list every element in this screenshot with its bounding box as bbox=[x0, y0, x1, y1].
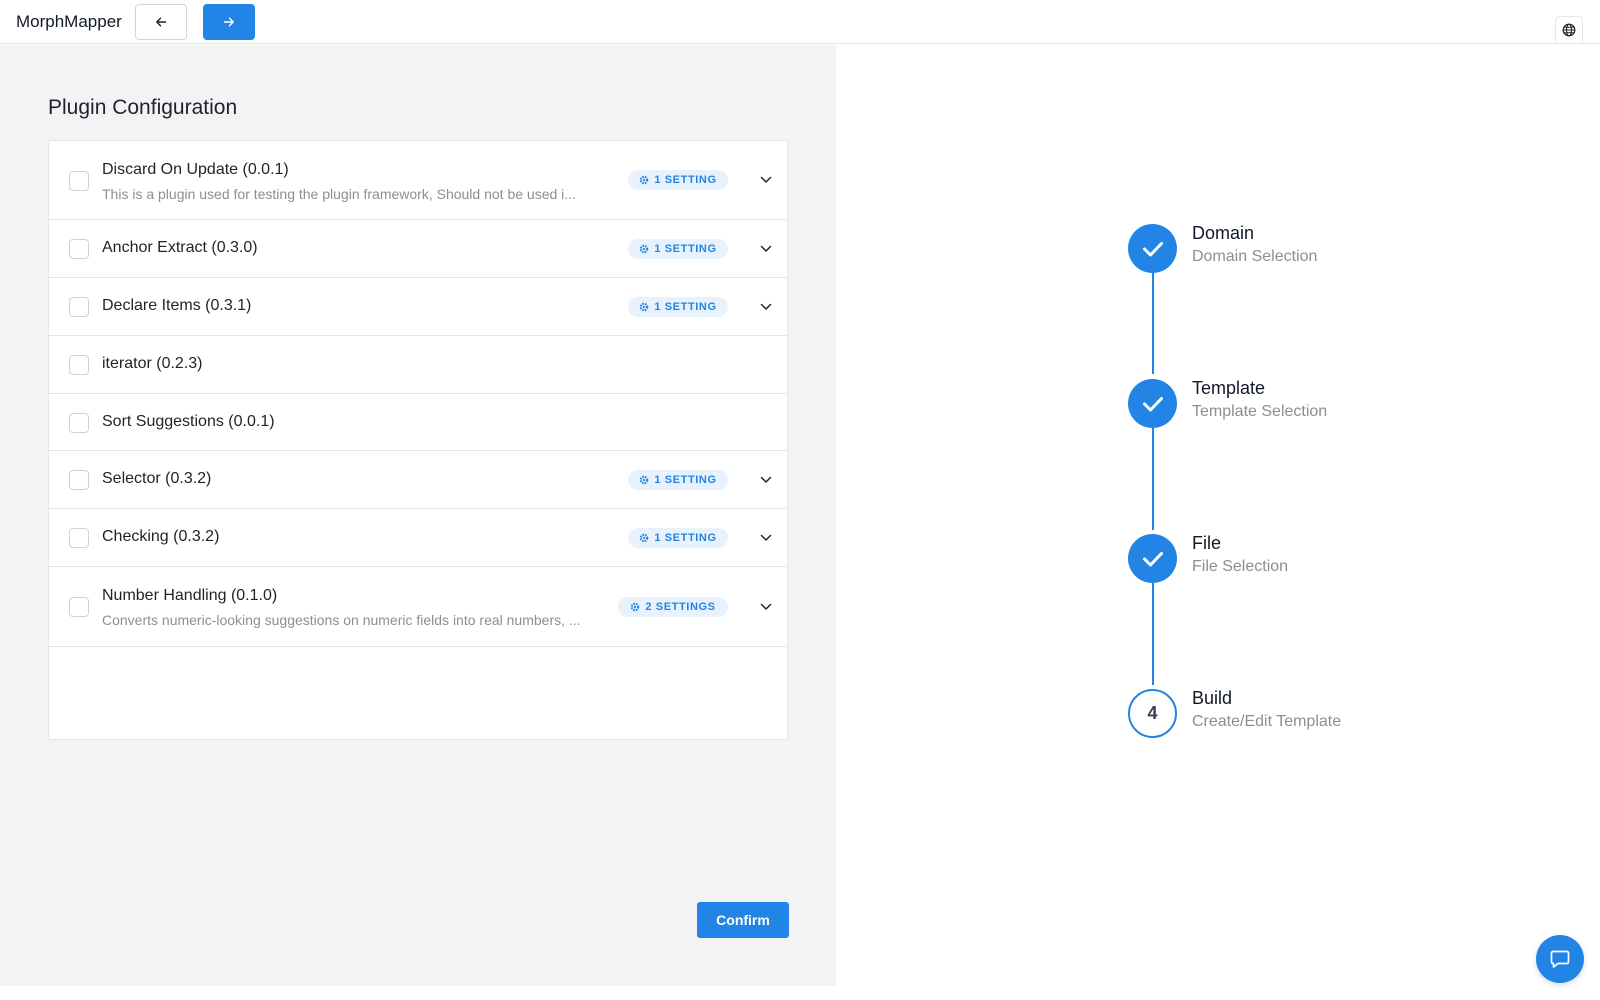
step-build-indicator: 4 bbox=[1128, 689, 1177, 738]
settings-badge: 1 SETTING bbox=[628, 297, 728, 317]
expand-toggle[interactable] bbox=[760, 474, 772, 486]
step-subtitle: Template Selection bbox=[1192, 403, 1328, 420]
forward-button[interactable] bbox=[203, 4, 255, 40]
gear-icon bbox=[640, 244, 649, 254]
step-subtitle: File Selection bbox=[1192, 558, 1289, 575]
step-file-indicator bbox=[1128, 534, 1177, 583]
step-domain-indicator bbox=[1128, 224, 1177, 273]
arrow-right-icon bbox=[223, 17, 234, 27]
settings-badge-label: 1 SETTING bbox=[654, 301, 717, 313]
step-template-indicator bbox=[1128, 379, 1177, 428]
plugin-checkbox[interactable] bbox=[69, 297, 89, 317]
checkmark-icon bbox=[1142, 551, 1163, 566]
plugin-name: Sort Suggestions (0.0.1) bbox=[102, 413, 275, 430]
step-subtitle: Domain Selection bbox=[1192, 248, 1318, 265]
list-item[interactable]: Selector (0.3.2) 1 SETTING bbox=[49, 451, 787, 509]
chevron-down-icon bbox=[760, 476, 772, 483]
step-subtitle: Create/Edit Template bbox=[1192, 713, 1342, 730]
plugin-configuration-pane: Plugin Configuration Discard On Update (… bbox=[0, 45, 836, 986]
plugin-checkbox[interactable] bbox=[69, 355, 89, 375]
settings-badge-label: 1 SETTING bbox=[654, 474, 717, 486]
step-connector bbox=[1152, 583, 1154, 685]
chevron-down-icon bbox=[760, 534, 772, 541]
step-title: Domain bbox=[1192, 223, 1255, 243]
list-item[interactable]: iterator (0.2.3) bbox=[49, 336, 787, 394]
settings-badge: 2 SETTINGS bbox=[618, 597, 728, 617]
plugin-name: iterator (0.2.3) bbox=[102, 355, 203, 372]
settings-badge-label: 1 SETTING bbox=[654, 532, 717, 544]
plugin-name: Anchor Extract (0.3.0) bbox=[102, 239, 258, 256]
list-item[interactable]: Declare Items (0.3.1) 1 SETTING bbox=[49, 278, 787, 336]
plugin-checkbox[interactable] bbox=[69, 597, 89, 617]
chevron-down-icon bbox=[760, 303, 772, 310]
settings-badge: 1 SETTING bbox=[628, 470, 728, 490]
plugin-name: Selector (0.3.2) bbox=[102, 470, 212, 487]
expand-toggle[interactable] bbox=[760, 243, 772, 255]
step-title: Template bbox=[1192, 378, 1266, 398]
plugin-checkbox[interactable] bbox=[69, 413, 89, 433]
gear-icon bbox=[640, 175, 649, 185]
plugin-checkbox[interactable] bbox=[69, 239, 89, 259]
plugin-checkbox[interactable] bbox=[69, 470, 89, 490]
confirm-button[interactable]: Confirm bbox=[697, 902, 789, 938]
plugin-description: This is a plugin used for testing the pl… bbox=[102, 186, 576, 202]
footer-strip bbox=[0, 986, 1600, 1000]
chat-bubble-icon bbox=[1550, 950, 1570, 968]
gear-icon bbox=[631, 602, 640, 612]
list-item[interactable]: Discard On Update (0.0.1) This is a plug… bbox=[49, 141, 787, 220]
globe-icon bbox=[1562, 23, 1576, 37]
list-item[interactable]: Number Handling (0.1.0) Converts numeric… bbox=[49, 567, 787, 647]
settings-badge: 1 SETTING bbox=[628, 528, 728, 548]
plugin-name: Checking (0.3.2) bbox=[102, 528, 220, 545]
step-title: Build bbox=[1192, 688, 1233, 708]
checkmark-icon bbox=[1142, 396, 1163, 411]
plugin-checkbox[interactable] bbox=[69, 528, 89, 548]
step-connector bbox=[1152, 428, 1154, 530]
plugin-checkbox[interactable] bbox=[69, 171, 89, 191]
settings-badge: 1 SETTING bbox=[628, 170, 728, 190]
chat-button[interactable] bbox=[1536, 935, 1584, 983]
step-connector bbox=[1152, 272, 1154, 374]
chevron-down-icon bbox=[760, 245, 772, 252]
expand-toggle[interactable] bbox=[760, 174, 772, 186]
chevron-down-icon bbox=[760, 603, 772, 610]
back-button[interactable] bbox=[135, 4, 187, 40]
app-title: MorphMapper bbox=[16, 12, 122, 31]
list-item[interactable]: Checking (0.3.2) 1 SETTING bbox=[49, 509, 787, 567]
gear-icon bbox=[640, 533, 649, 543]
chevron-down-icon bbox=[760, 176, 772, 183]
plugin-description: Converts numeric-looking suggestions on … bbox=[102, 612, 581, 628]
gear-icon bbox=[640, 475, 649, 485]
plugin-name: Number Handling (0.1.0) bbox=[102, 587, 278, 604]
expand-toggle[interactable] bbox=[760, 532, 772, 544]
stepper-pane bbox=[836, 45, 1600, 986]
list-item[interactable]: Sort Suggestions (0.0.1) bbox=[49, 394, 787, 451]
settings-badge-label: 2 SETTINGS bbox=[645, 601, 716, 613]
arrow-left-icon bbox=[156, 17, 167, 27]
plugin-list: Discard On Update (0.0.1) This is a plug… bbox=[48, 140, 788, 740]
expand-toggle[interactable] bbox=[760, 301, 772, 313]
expand-toggle[interactable] bbox=[760, 601, 772, 613]
page-title: Plugin Configuration bbox=[48, 96, 238, 119]
settings-badge: 1 SETTING bbox=[628, 239, 728, 259]
settings-badge-label: 1 SETTING bbox=[654, 243, 717, 255]
list-item[interactable]: Anchor Extract (0.3.0) 1 SETTING bbox=[49, 220, 787, 278]
language-button[interactable] bbox=[1555, 16, 1583, 44]
plugin-name: Declare Items (0.3.1) bbox=[102, 297, 252, 314]
top-bar: MorphMapper bbox=[0, 0, 1600, 44]
plugin-name: Discard On Update (0.0.1) bbox=[102, 161, 289, 178]
gear-icon bbox=[640, 302, 649, 312]
settings-badge-label: 1 SETTING bbox=[654, 174, 717, 186]
checkmark-icon bbox=[1142, 241, 1163, 256]
step-title: File bbox=[1192, 533, 1222, 553]
